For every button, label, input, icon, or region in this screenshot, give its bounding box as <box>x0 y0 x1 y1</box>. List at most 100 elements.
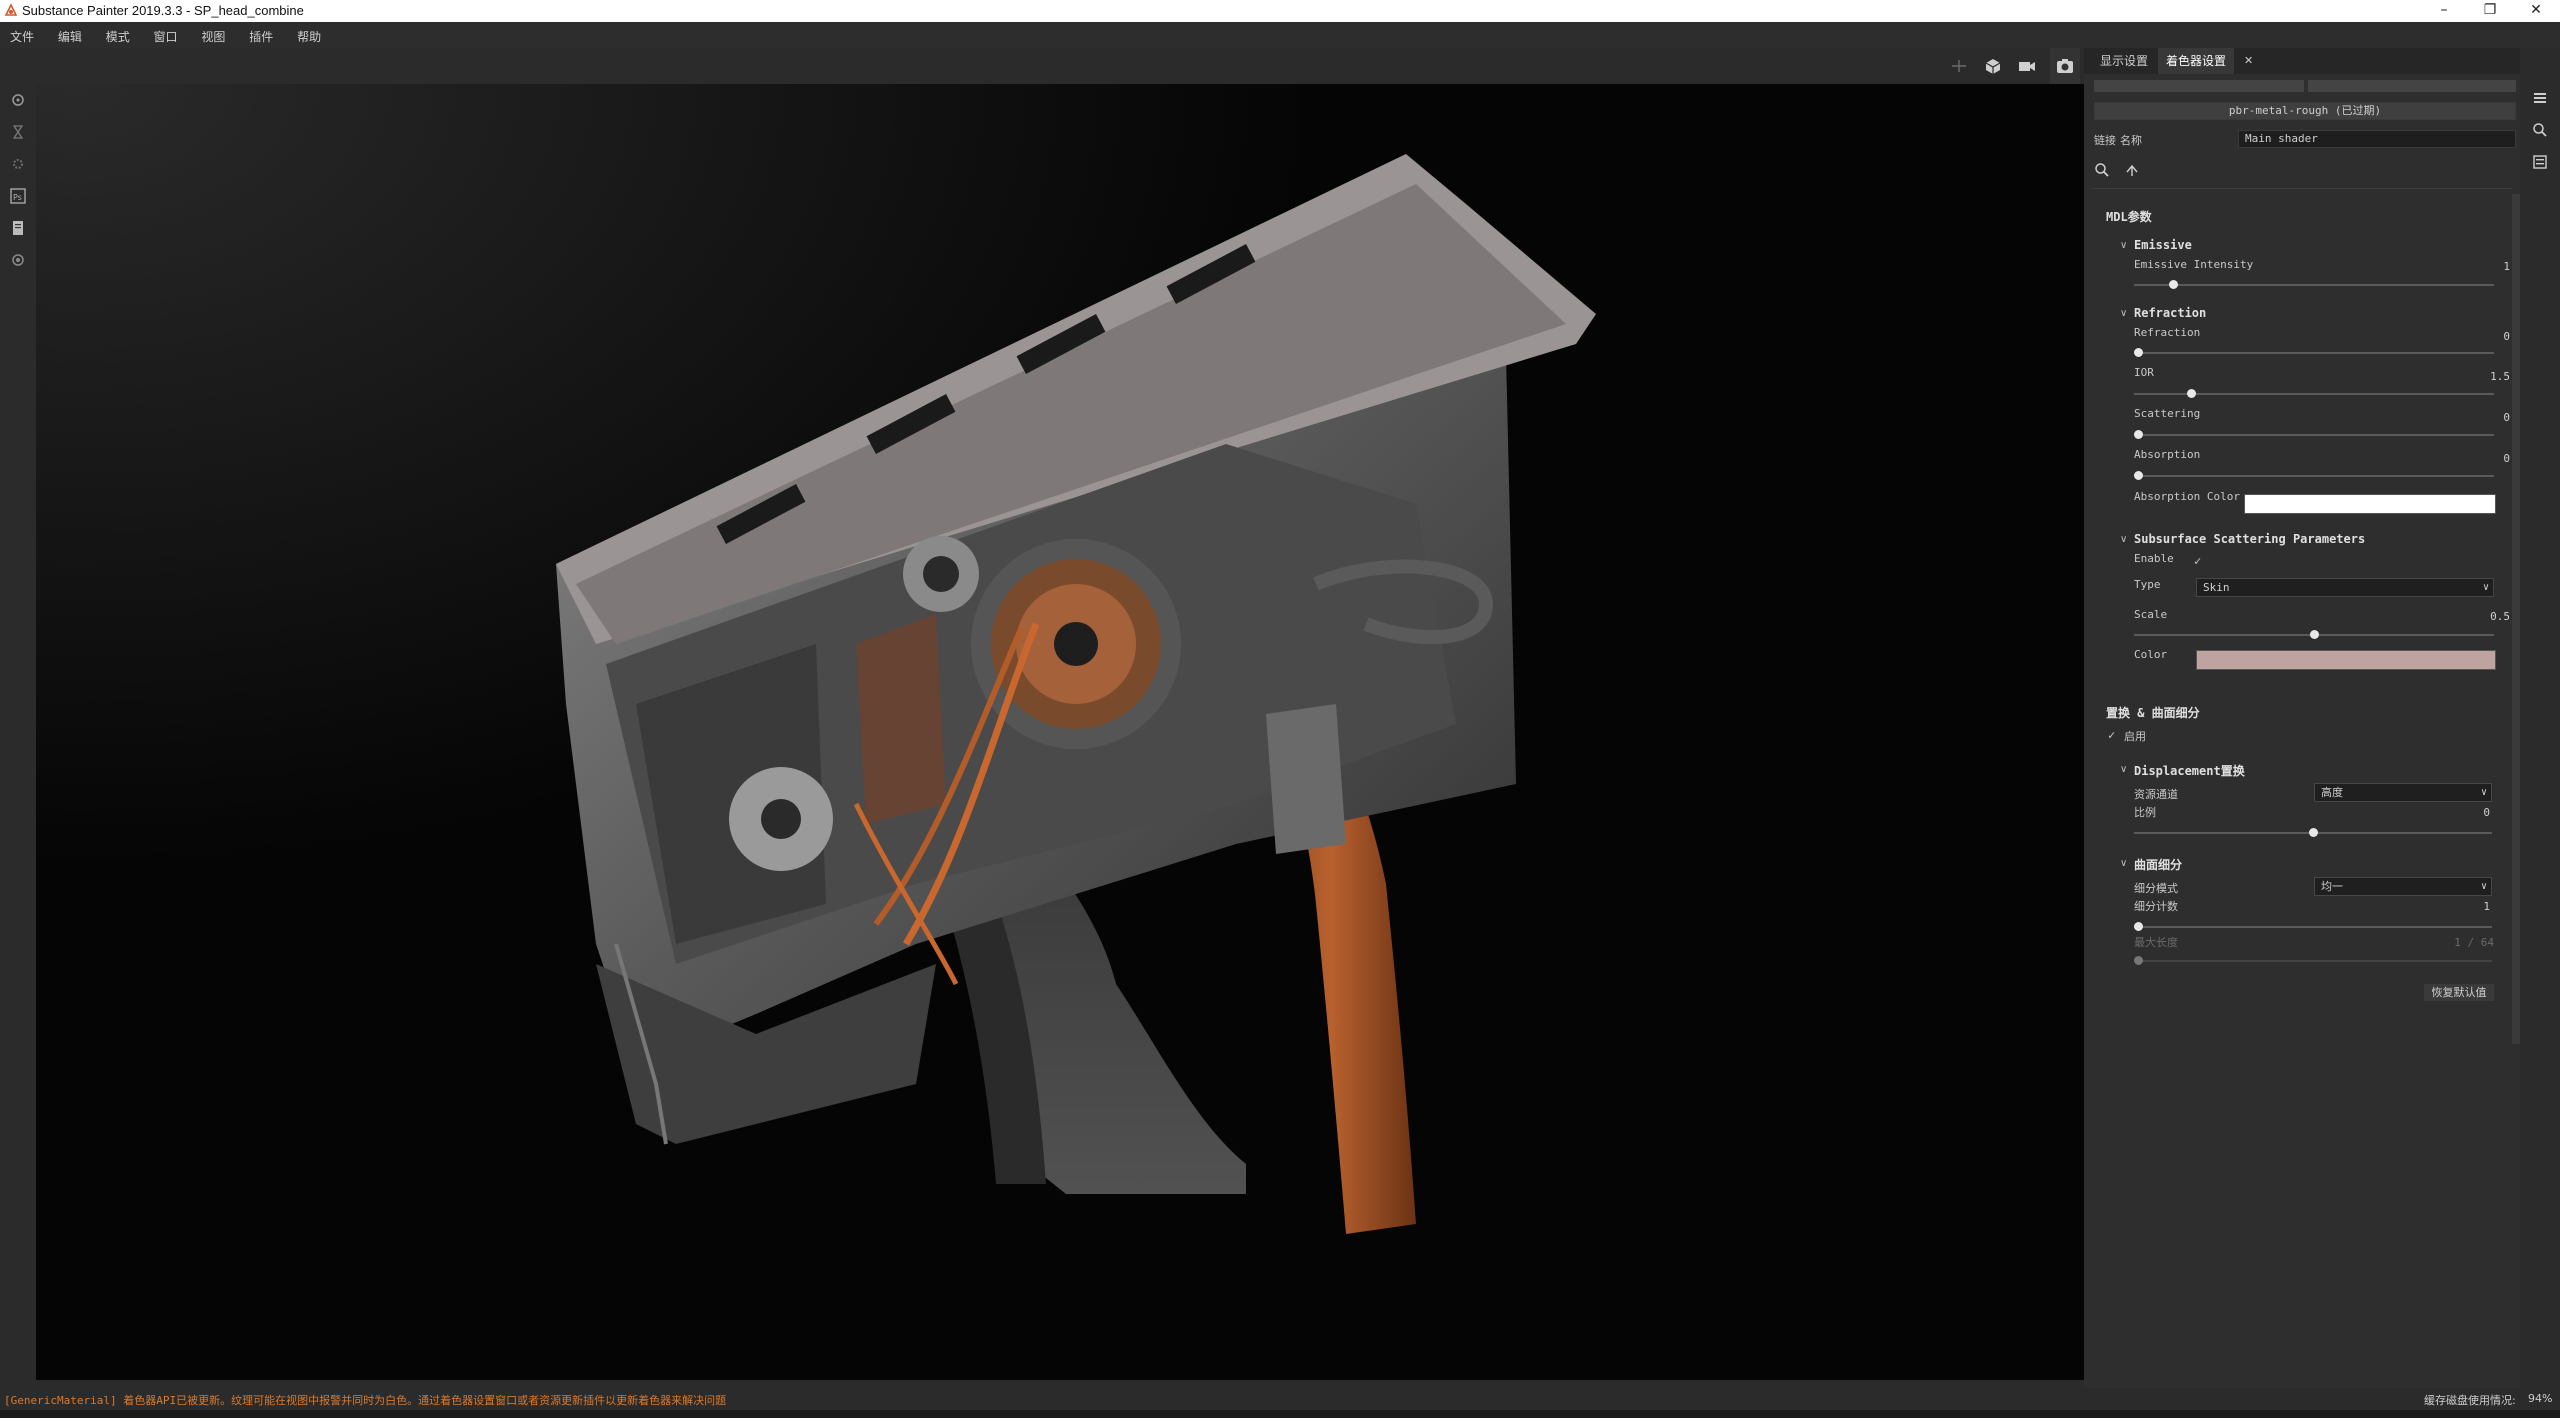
emissive-intensity-value[interactable]: 1 <box>2470 260 2510 273</box>
refraction-value[interactable]: 0 <box>2470 330 2510 343</box>
screenshot-button[interactable] <box>2050 48 2080 84</box>
scattering-slider-knob[interactable] <box>2134 430 2143 439</box>
panel-top-button-2[interactable] <box>2308 80 2516 92</box>
zoom-search-icon[interactable] <box>2094 162 2110 178</box>
sss-scale-slider[interactable] <box>2134 630 2494 639</box>
mdl-params-title: MDL参数 <box>2106 210 2152 224</box>
status-bar: [GenericMaterial] 着色器API已被更新。纹理可能在视图中报警并… <box>0 1388 2560 1410</box>
layers-icon[interactable] <box>2532 90 2548 106</box>
minimize-button[interactable]: – <box>2421 0 2467 22</box>
reset-defaults-button[interactable]: 恢复默认值 <box>2424 984 2494 1001</box>
sss-color-label: Color <box>2134 648 2168 661</box>
document-icon[interactable] <box>10 220 26 236</box>
tessellation-mode-dropdown[interactable]: 均一 ∨ <box>2314 877 2492 896</box>
refraction-slider[interactable] <box>2134 348 2494 357</box>
sss-scale-slider-knob[interactable] <box>2309 630 2319 639</box>
tessellation-max-value: 1 / 64 <box>2454 936 2494 949</box>
chevron-down-icon: ∨ <box>2480 881 2487 892</box>
settings-icon[interactable] <box>10 92 26 108</box>
tab-display-settings[interactable]: 显示设置 <box>2092 48 2156 74</box>
sss-type-dropdown[interactable]: Skin ∨ <box>2196 578 2494 597</box>
chevron-down-icon[interactable]: ∨ <box>2120 240 2127 251</box>
emissive-intensity-label: Emissive Intensity <box>2134 258 2254 271</box>
chevron-down-icon: ∨ <box>2482 582 2489 593</box>
panel-top-button-1[interactable] <box>2094 80 2304 92</box>
link-label: 链接 <box>2094 134 2116 147</box>
axis-icon[interactable] <box>1948 56 1970 76</box>
chevron-down-icon[interactable]: ∨ <box>2120 764 2127 775</box>
photoshop-icon[interactable]: Ps <box>10 188 26 204</box>
taskbar-strip <box>0 1410 2560 1418</box>
chevron-down-icon[interactable]: ∨ <box>2120 308 2127 319</box>
ior-value[interactable]: 1.5 <box>2470 370 2510 383</box>
gear-icon[interactable] <box>10 156 26 172</box>
camera-icon[interactable] <box>2016 56 2038 76</box>
refraction-header[interactable]: Refraction <box>2134 306 2206 320</box>
sss-header[interactable]: Subsurface Scattering Parameters <box>2134 532 2365 546</box>
tessellation-header[interactable]: 曲面细分 <box>2134 856 2182 873</box>
shader-selector-button[interactable]: pbr-metal-rough (已过期) <box>2094 102 2516 120</box>
hourglass-icon[interactable] <box>10 124 26 140</box>
close-tab-icon[interactable]: ✕ <box>2236 48 2261 74</box>
viewport-toolbar <box>36 48 2084 84</box>
tessellation-count-slider[interactable] <box>2134 922 2492 931</box>
cache-usage-value: 94% <box>2528 1392 2553 1405</box>
scattering-slider[interactable] <box>2134 430 2494 439</box>
sss-enable-label: Enable <box>2134 552 2174 565</box>
displacement-scale-value[interactable]: 0 <box>2450 806 2490 819</box>
emissive-intensity-slider-knob[interactable] <box>2169 280 2179 289</box>
displacement-channel-dropdown[interactable]: 高度 ∨ <box>2314 783 2492 802</box>
scattering-value[interactable]: 0 <box>2470 411 2510 424</box>
divider <box>2092 188 2512 189</box>
cube-icon[interactable] <box>1982 56 2004 76</box>
properties-icon[interactable] <box>2532 154 2548 170</box>
menu-help[interactable]: 帮助 <box>297 28 321 45</box>
menu-plugins[interactable]: 插件 <box>249 28 273 45</box>
shader-name-input[interactable]: Main shader <box>2238 130 2516 148</box>
panel-scrollbar[interactable] <box>2512 194 2520 1044</box>
displacement-scale-slider-knob[interactable] <box>2308 828 2318 837</box>
status-message: [GenericMaterial] 着色器API已被更新。纹理可能在视图中报警并… <box>4 1394 727 1407</box>
displacement-scale-slider[interactable] <box>2134 828 2492 837</box>
tessellation-count-slider-knob[interactable] <box>2134 922 2143 931</box>
maximize-button[interactable]: ❐ <box>2467 0 2513 22</box>
chevron-down-icon[interactable]: ∨ <box>2120 534 2127 545</box>
displacement-section-title: 置换 & 曲面细分 <box>2106 706 2200 720</box>
emissive-intensity-slider[interactable] <box>2134 280 2494 289</box>
substance-painter-logo-icon <box>4 3 18 16</box>
search-icon[interactable] <box>2532 122 2548 138</box>
tessellation-max-slider <box>2134 956 2492 965</box>
refraction-slider-knob[interactable] <box>2134 348 2143 357</box>
panel-tabs: 显示设置 着色器设置 ✕ <box>2084 48 2520 74</box>
ior-slider[interactable] <box>2134 389 2494 398</box>
close-window-button[interactable]: ✕ <box>2513 0 2559 22</box>
menu-window[interactable]: 窗口 <box>154 28 178 45</box>
displacement-header[interactable]: Displacement置换 <box>2134 762 2245 779</box>
displacement-enable-checkbox[interactable]: ✓ <box>2108 728 2115 742</box>
tessellation-count-value[interactable]: 1 <box>2450 900 2490 913</box>
sss-enable-checkbox[interactable]: ✓ <box>2194 554 2201 568</box>
cog-icon[interactable] <box>10 252 26 268</box>
tessellation-max-label: 最大长度 <box>2134 936 2178 949</box>
ior-slider-knob[interactable] <box>2186 389 2196 398</box>
absorption-slider[interactable] <box>2134 471 2494 480</box>
absorption-slider-knob[interactable] <box>2134 471 2143 480</box>
menu-file[interactable]: 文件 <box>10 28 34 45</box>
absorption-color-label: Absorption Color <box>2134 490 2240 503</box>
3d-viewport[interactable] <box>36 84 2084 1380</box>
sss-scale-value[interactable]: 0.5 <box>2470 610 2510 623</box>
right-icon-rail <box>2520 48 2560 1388</box>
emissive-header[interactable]: Emissive <box>2134 238 2192 252</box>
screenshot-icon[interactable] <box>2055 56 2075 76</box>
menu-mode[interactable]: 模式 <box>106 28 130 45</box>
menu-view[interactable]: 视图 <box>201 28 225 45</box>
menu-edit[interactable]: 编辑 <box>58 28 82 45</box>
upload-cloud-icon[interactable] <box>2124 162 2140 178</box>
sss-color-swatch[interactable] <box>2196 650 2496 670</box>
chevron-down-icon[interactable]: ∨ <box>2120 858 2127 869</box>
absorption-color-swatch[interactable] <box>2244 494 2496 514</box>
absorption-value[interactable]: 0 <box>2470 452 2510 465</box>
tab-shader-settings[interactable]: 着色器设置 <box>2158 48 2235 74</box>
tessellation-count-label: 细分计数 <box>2134 900 2178 913</box>
tessellation-max-slider-knob <box>2134 956 2143 965</box>
